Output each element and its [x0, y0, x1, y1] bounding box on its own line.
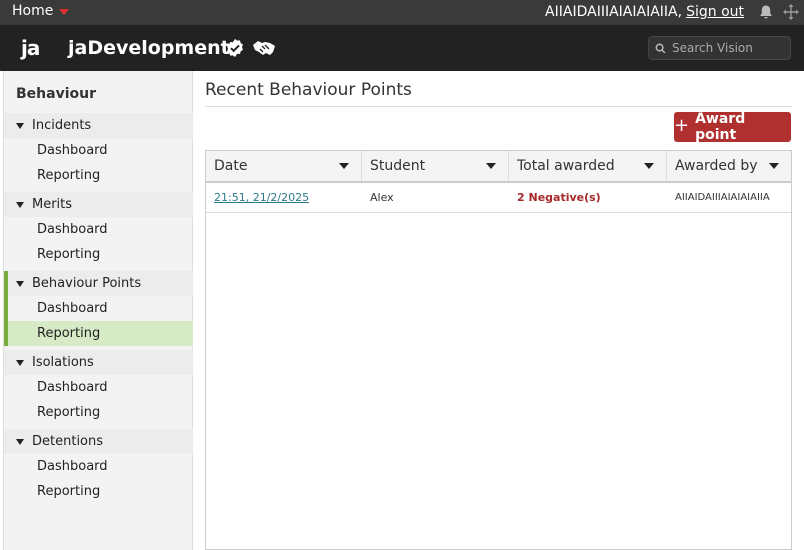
sidebar-item-incidents-dashboard[interactable]: Dashboard: [4, 138, 193, 163]
award-point-button[interactable]: + Award point: [674, 111, 791, 143]
sidebar-item-merits-reporting[interactable]: Reporting: [4, 242, 193, 267]
sidebar-group-label: Detentions: [32, 434, 104, 449]
sort-caret-icon[interactable]: [644, 163, 654, 169]
search-icon: [655, 43, 666, 53]
date-link[interactable]: 21:51, 21/2/2025: [214, 191, 309, 204]
home-menu[interactable]: Home: [12, 3, 70, 19]
sidebar-item-behaviour-points-dashboard[interactable]: Dashboard: [8, 296, 193, 321]
column-header-student[interactable]: Student: [362, 151, 509, 181]
caret-down-icon: [59, 9, 70, 15]
sidebar-group-merits: Merits Dashboard Reporting: [4, 192, 193, 267]
column-header-label: Date: [214, 158, 248, 174]
handshake-icon: [253, 41, 275, 55]
table-header: Date Student Total awarded Awarded by: [206, 151, 791, 183]
column-header-total-awarded[interactable]: Total awarded: [509, 151, 667, 181]
triangle-down-icon: [16, 359, 24, 366]
sidebar-group-label: Merits: [32, 197, 73, 212]
app-logo[interactable]: ja: [21, 36, 40, 60]
sidebar-group-label: Isolations: [32, 355, 94, 370]
verified-badge-icon: [227, 39, 243, 57]
cell-total-awarded: 2 Negative(s): [517, 191, 601, 204]
column-header-date[interactable]: Date: [206, 151, 362, 181]
behaviour-points-table: Date Student Total awarded Awarded by 21…: [205, 150, 792, 550]
sidebar-item-detentions-dashboard[interactable]: Dashboard: [4, 454, 193, 479]
sign-out-link[interactable]: Sign out: [686, 4, 744, 20]
sidebar-group-label: Incidents: [32, 118, 92, 133]
triangle-down-icon: [16, 122, 24, 129]
sort-caret-icon[interactable]: [769, 163, 779, 169]
sidebar-group-incidents: Incidents Dashboard Reporting: [4, 113, 193, 188]
sidebar-group-behaviour-points: Behaviour Points Dashboard Reporting: [4, 271, 193, 346]
sidebar-group-header-merits[interactable]: Merits: [4, 192, 193, 217]
app-header: ja jaDevelopment: [0, 25, 804, 71]
search-box: [648, 36, 791, 60]
sidebar-group-header-detentions[interactable]: Detentions: [4, 429, 193, 454]
sidebar-group-header-behaviour-points[interactable]: Behaviour Points: [8, 271, 193, 296]
cell-student: Alex: [370, 191, 394, 204]
sidebar-item-isolations-dashboard[interactable]: Dashboard: [4, 375, 193, 400]
triangle-down-icon: [16, 201, 24, 208]
main-content: Recent Behaviour Points + Award point Da…: [205, 71, 792, 550]
user-area: AIIAIDAIIIAIAIAIAIIA, Sign out: [545, 3, 800, 21]
plus-icon: +: [674, 115, 690, 136]
cell-awarded-by: AIIAIDAIIIAIAIAIAIIA: [675, 192, 770, 203]
app-name: jaDevelopment: [68, 37, 230, 59]
triangle-down-icon: [16, 280, 24, 287]
bell-icon[interactable]: [758, 4, 774, 20]
column-header-label: Awarded by: [675, 158, 758, 174]
sidebar: Behaviour Incidents Dashboard Reporting …: [3, 71, 193, 550]
sidebar-group-header-incidents[interactable]: Incidents: [4, 113, 193, 138]
sidebar-group-detentions: Detentions Dashboard Reporting: [4, 429, 193, 504]
triangle-down-icon: [16, 438, 24, 445]
sidebar-group-header-isolations[interactable]: Isolations: [4, 350, 193, 375]
sort-caret-icon[interactable]: [486, 163, 496, 169]
column-header-awarded-by[interactable]: Awarded by: [667, 151, 791, 181]
sidebar-item-incidents-reporting[interactable]: Reporting: [4, 163, 193, 188]
sidebar-title: Behaviour: [16, 86, 96, 102]
sidebar-item-behaviour-points-reporting[interactable]: Reporting: [8, 321, 193, 346]
award-point-label: Award point: [695, 111, 746, 143]
table-row: 21:51, 21/2/2025 Alex 2 Negative(s) AIIA…: [206, 183, 791, 213]
home-label: Home: [12, 3, 54, 19]
sort-caret-icon[interactable]: [339, 163, 349, 169]
sidebar-item-merits-dashboard[interactable]: Dashboard: [4, 217, 193, 242]
move-icon[interactable]: [782, 3, 800, 21]
sidebar-group-isolations: Isolations Dashboard Reporting: [4, 350, 193, 425]
sidebar-group-label: Behaviour Points: [32, 276, 142, 291]
title-divider: [205, 106, 792, 107]
column-header-label: Student: [370, 158, 426, 174]
sidebar-item-detentions-reporting[interactable]: Reporting: [4, 479, 193, 504]
cell-date: 21:51, 21/2/2025: [206, 183, 362, 212]
page-title: Recent Behaviour Points: [205, 80, 412, 100]
top-bar: Home AIIAIDAIIIAIAIAIAIIA, Sign out: [0, 0, 804, 25]
user-name: AIIAIDAIIIAIAIAIAIIA,: [545, 4, 683, 20]
sidebar-item-isolations-reporting[interactable]: Reporting: [4, 400, 193, 425]
search-input[interactable]: [672, 41, 782, 55]
column-header-label: Total awarded: [517, 158, 615, 174]
